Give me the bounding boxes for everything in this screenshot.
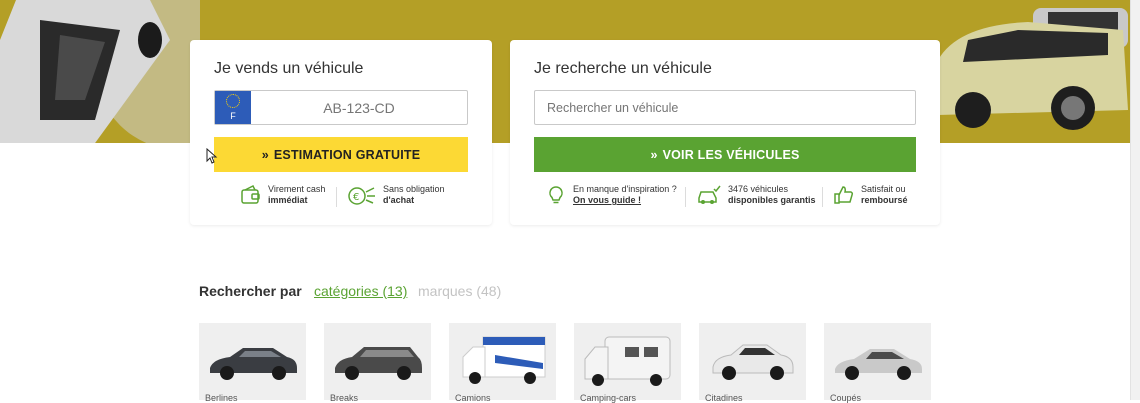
feature-inspiration: En manque d'inspiration ? On vous guide ! [545,184,677,206]
camper-van-image [584,336,671,386]
hero-car-left-image [0,0,200,143]
search-card-title: Je recherche un véhicule [534,60,712,77]
plate-country-code: F [230,111,236,121]
feature-divider [336,187,337,207]
category-label: Camping-cars [580,393,637,403]
thumbs-up-icon [834,186,854,204]
feature-line1: Satisfait ou [861,184,906,194]
tab-brands[interactable]: marques (48) [418,283,501,299]
category-card-citadine[interactable]: Citadines [699,323,806,403]
van-truck-image [462,336,546,384]
coupe-car-image [835,349,922,380]
sedan-car-image [210,348,297,380]
category-label: Berlines [205,393,238,403]
category-card-break[interactable]: Breaks [324,323,431,403]
license-plate-input[interactable] [251,91,467,124]
search-card: Je recherche un véhicule » VOIR LES VÉHI… [510,40,940,225]
svg-text:€: € [353,192,359,203]
category-card-camping-car[interactable]: Camping-cars [574,323,681,403]
category-card-camion[interactable]: Camions [449,323,556,403]
category-label: Coupés [830,393,862,403]
mouse-cursor-icon [206,148,218,164]
feature-line2: d'achat [383,195,415,205]
feature-satisfaction: Satisfait ou remboursé [833,184,908,206]
feature-no-obligation: € Sans obligation d'achat [347,184,445,206]
category-label: Breaks [330,393,359,403]
free-estimate-button[interactable]: » ESTIMATION GRATUITE [214,137,468,172]
sell-card: Je vends un véhicule F » ESTIMATION GRAT… [190,40,492,225]
double-chevron-icon: » [261,147,269,162]
feature-line1: Sans obligation [383,184,445,194]
feature-divider [822,187,823,207]
page-scrollbar[interactable] [1130,0,1140,400]
sell-card-title: Je vends un véhicule [214,60,364,77]
inspiration-guide-link[interactable]: On vous guide ! [573,195,641,205]
vehicle-search-input[interactable] [534,90,916,125]
feature-available-vehicles: 3476 véhicules disponibles garantis [696,184,816,206]
feature-line2: remboursé [861,195,908,205]
feature-line2: disponibles garantis [728,195,816,205]
feature-line1: En manque d'inspiration ? [573,184,677,194]
hero-car-right-image [938,8,1128,130]
license-plate-field: F [214,90,468,125]
euro-coin-icon: € [348,187,375,205]
feature-line1: Virement cash [268,184,326,194]
view-vehicles-button[interactable]: » VOIR LES VÉHICULES [534,137,916,172]
feature-line1: 3476 véhicules [728,184,789,194]
station-wagon-image [335,347,422,380]
lightbulb-icon [549,186,563,204]
eu-flag-icon: F [215,91,251,124]
city-car-image [712,344,794,380]
search-by-label: Rechercher par [199,283,302,299]
tab-categories[interactable]: catégories (13) [314,283,407,299]
view-vehicles-button-label: VOIR LES VÉHICULES [662,147,800,162]
feature-divider [685,187,686,207]
category-card-coupe[interactable]: Coupés [824,323,931,403]
category-label: Citadines [705,393,743,403]
category-label: Camions [455,393,491,403]
free-estimate-button-label: ESTIMATION GRATUITE [273,147,421,162]
car-check-icon [698,185,721,204]
feature-cash-transfer: Virement cash immédiat [240,184,325,206]
double-chevron-icon: » [650,147,658,162]
feature-line2: immédiat [268,195,308,205]
wallet-icon [241,184,260,204]
category-card-berline[interactable]: Berlines [199,323,306,403]
